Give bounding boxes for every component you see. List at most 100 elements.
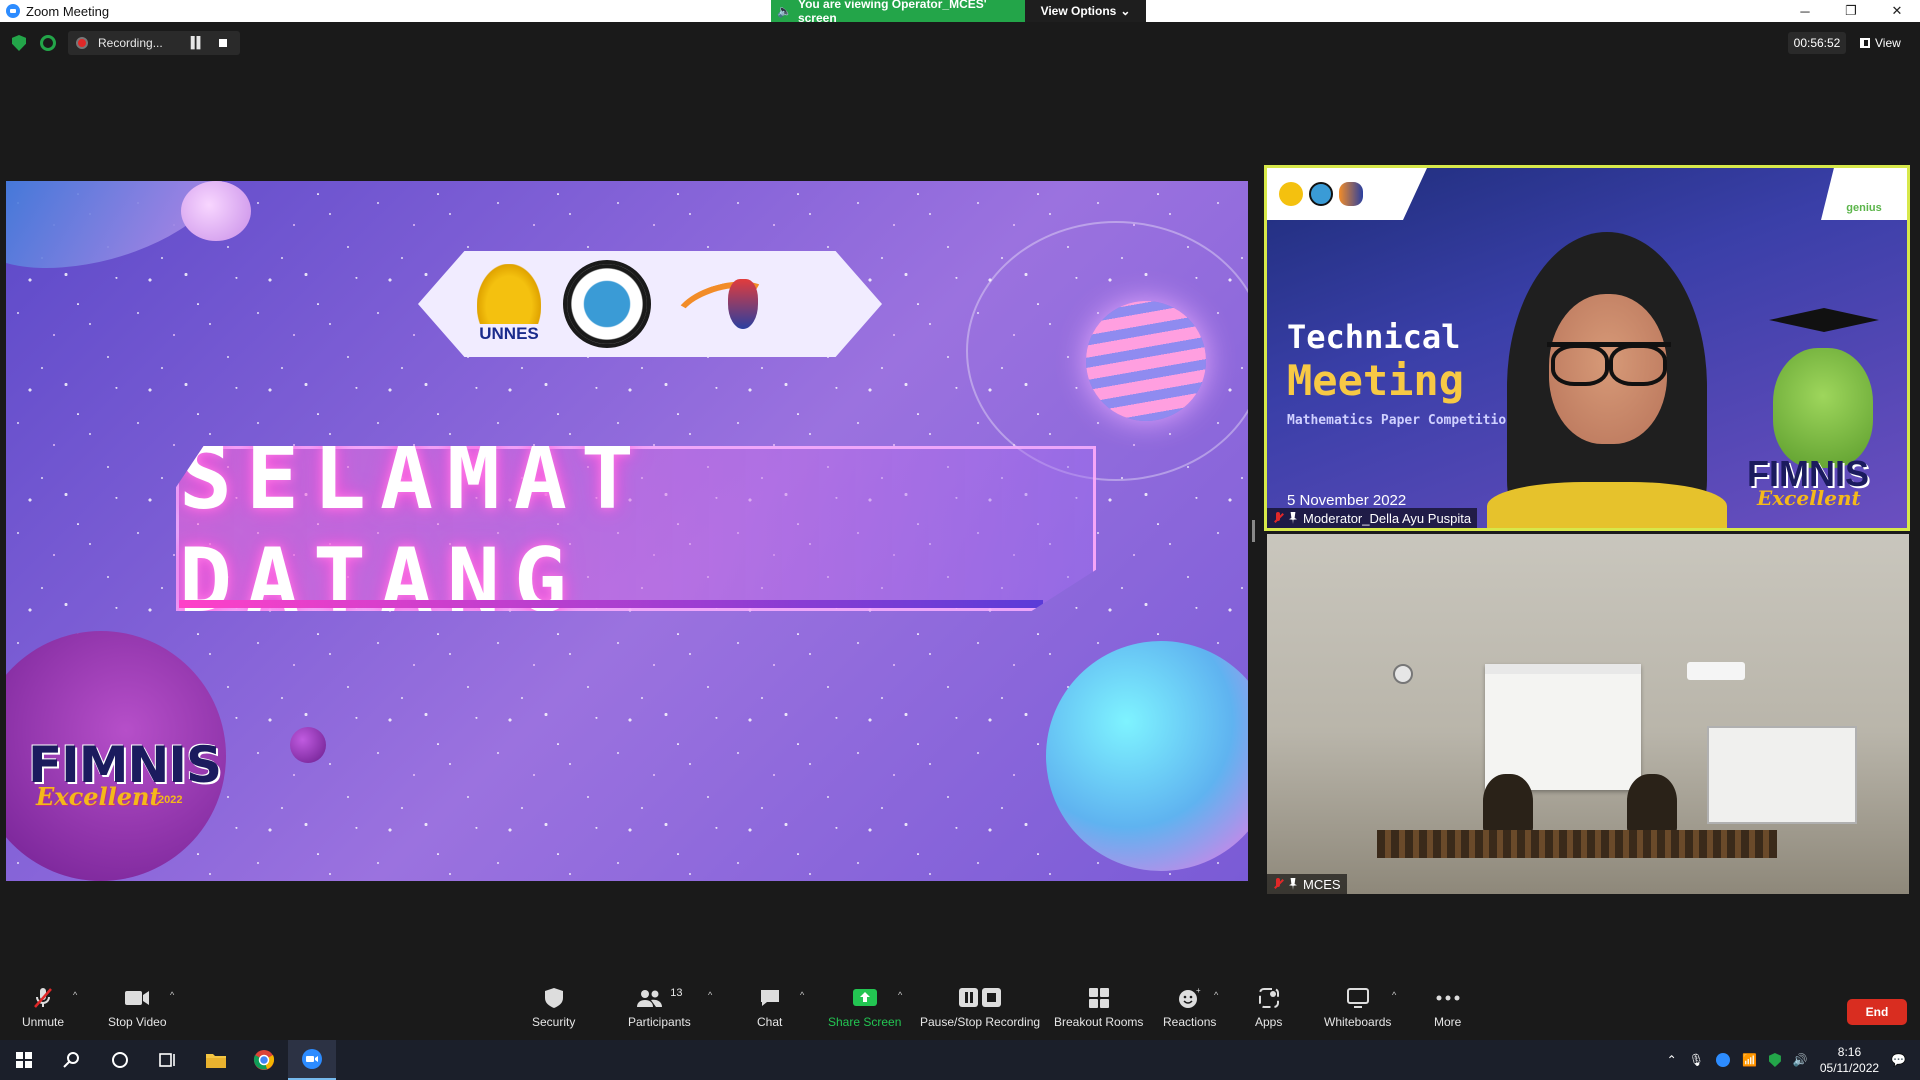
view-layout-icon — [1860, 38, 1870, 48]
projector-screen — [1485, 664, 1641, 790]
participant-video-person — [1487, 212, 1727, 528]
security-shield-icon[interactable] — [12, 35, 26, 51]
volume-icon[interactable]: 🔊 — [1793, 1053, 1808, 1067]
zoom-taskbar-icon[interactable] — [288, 1040, 336, 1080]
pause-recording-icon[interactable]: ▌▌ — [191, 37, 205, 49]
stop-video-button[interactable]: Stop Video — [108, 986, 167, 1029]
wall-clock — [1393, 664, 1413, 684]
share-screen-icon — [852, 986, 878, 1010]
minimize-icon[interactable]: ─ — [1782, 0, 1828, 22]
chevron-down-icon: ⌄ — [1120, 4, 1131, 18]
recording-indicator: Recording... ▌▌ — [68, 31, 240, 55]
record-dot-icon — [76, 37, 88, 49]
zoom-logo-icon — [6, 4, 20, 18]
seated-person-right — [1627, 774, 1677, 834]
welcome-banner: SELAMAT DATANG — [176, 446, 1096, 611]
participants-button[interactable]: 13 Participants — [628, 986, 691, 1029]
pause-stop-recording-button[interactable]: Pause/Stop Recording — [920, 986, 1040, 1029]
seated-person-left — [1483, 774, 1533, 834]
event-swirl-logo-icon — [673, 269, 823, 339]
encryption-icon[interactable] — [40, 35, 56, 51]
microphone-tray-icon[interactable]: 🎙 — [1689, 1053, 1704, 1067]
system-tray: ⌃ 🎙 📶 🔊 8:16 05/11/2022 💬 — [1667, 1040, 1920, 1080]
security-button[interactable]: Security — [532, 986, 575, 1029]
meeting-top-bar: Recording... ▌▌ 00:56:52 View — [0, 22, 1920, 64]
welcome-text: SELAMAT DATANG — [179, 425, 648, 632]
glasses — [1547, 342, 1671, 386]
notification-icon[interactable]: 💬 — [1891, 1053, 1906, 1067]
smiley-plus-icon: + — [1178, 986, 1202, 1010]
participants-icon: 13 — [636, 986, 682, 1010]
planet-top-right — [1086, 301, 1206, 421]
breakout-rooms-icon — [1088, 986, 1110, 1010]
split-resize-handle[interactable] — [1252, 520, 1255, 542]
participant-name-tag: Moderator_Della Ayu Puspita — [1267, 508, 1478, 528]
pause-stop-recording-icon — [958, 986, 1002, 1010]
meeting-timer: 00:56:52 — [1788, 32, 1846, 54]
mic-muted-icon — [1273, 512, 1283, 524]
chat-button[interactable]: Chat — [757, 986, 782, 1029]
file-explorer-icon[interactable] — [192, 1040, 240, 1080]
chat-caret-icon[interactable]: ^ — [800, 990, 804, 1000]
windows-taskbar: ⌃ 🎙 📶 🔊 8:16 05/11/2022 💬 — [0, 1040, 1920, 1080]
tile-logo-strip — [1267, 168, 1427, 220]
view-options-button[interactable]: View Options ⌄ — [1025, 0, 1146, 22]
end-meeting-button[interactable]: End — [1847, 999, 1907, 1025]
wifi-icon[interactable]: 📶 — [1742, 1053, 1757, 1067]
restore-icon[interactable]: ❐ — [1828, 0, 1874, 22]
meeting-toolbar: Unmute ^ Stop Video ^ Security 13 Partic… — [0, 986, 1920, 1040]
audio-options-caret-icon[interactable]: ^ — [73, 990, 77, 1000]
chrome-icon[interactable] — [240, 1040, 288, 1080]
share-screen-caret-icon[interactable]: ^ — [898, 990, 902, 1000]
cortana-icon[interactable] — [96, 1040, 144, 1080]
planet-tiny — [290, 727, 326, 763]
more-dots-icon — [1436, 986, 1460, 1010]
zoom-tray-icon[interactable] — [1715, 1053, 1730, 1067]
participant-count: 13 — [670, 987, 683, 999]
share-screen-button[interactable]: Share Screen — [828, 986, 901, 1029]
apps-button[interactable]: Apps — [1255, 986, 1282, 1029]
more-button[interactable]: More — [1434, 986, 1461, 1029]
reactions-caret-icon[interactable]: ^ — [1214, 990, 1218, 1000]
taskbar-clock[interactable]: 8:16 05/11/2022 — [1820, 1044, 1879, 1076]
planet-small-top — [181, 181, 251, 241]
microphone-muted-icon — [31, 986, 55, 1010]
seal-mini-icon — [1309, 182, 1333, 206]
participants-caret-icon[interactable]: ^ — [708, 990, 712, 1000]
pin-icon — [1289, 878, 1297, 890]
task-view-icon[interactable] — [144, 1040, 192, 1080]
defender-icon[interactable] — [1768, 1053, 1781, 1067]
viewing-screen-notice: 🔈 You are viewing Operator_MCES' screen — [771, 0, 1025, 25]
video-camera-icon — [124, 986, 150, 1010]
shared-screen: UNNES SELAMAT DATANG FIMNIS Excellent 20… — [6, 181, 1248, 881]
participant-tile-mces[interactable]: MCES — [1267, 534, 1909, 894]
chat-bubble-icon — [759, 986, 781, 1010]
participant-tile-moderator[interactable]: genius Technical Meeting Mathematics Pap… — [1264, 165, 1910, 531]
unmute-button[interactable]: Unmute — [22, 986, 64, 1029]
search-icon[interactable] — [48, 1040, 96, 1080]
video-options-caret-icon[interactable]: ^ — [170, 990, 174, 1000]
viewing-banner: 🔈 You are viewing Operator_MCES' screen … — [771, 0, 1146, 25]
fimnis-mascot: FIMNIS Excellent — [1747, 288, 1897, 518]
unnes-mini-icon — [1279, 182, 1303, 206]
chevron-up-icon[interactable]: ⌃ — [1667, 1053, 1677, 1067]
window-controls: ─ ❐ ✕ — [1782, 0, 1920, 22]
speaker-icon: 🔈 — [777, 4, 792, 18]
air-conditioner — [1687, 662, 1745, 680]
close-icon[interactable]: ✕ — [1874, 0, 1920, 22]
whiteboards-button[interactable]: Whiteboards — [1324, 986, 1391, 1029]
unnes-logo: UNNES — [477, 264, 541, 344]
graduation-cap-icon — [1769, 308, 1879, 332]
pin-icon — [1289, 512, 1297, 524]
shield-icon — [544, 986, 564, 1010]
reactions-button[interactable]: + Reactions — [1163, 986, 1216, 1029]
whiteboard-icon — [1346, 986, 1370, 1010]
fimnis-logo: FIMNIS Excellent 2022 — [28, 736, 222, 811]
stop-recording-icon[interactable] — [219, 39, 228, 47]
view-button[interactable]: View — [1860, 32, 1901, 54]
batik-table — [1377, 830, 1777, 858]
window-title: Zoom Meeting — [26, 3, 110, 19]
breakout-rooms-button[interactable]: Breakout Rooms — [1054, 986, 1143, 1029]
whiteboards-caret-icon[interactable]: ^ — [1392, 990, 1396, 1000]
windows-start-icon[interactable] — [0, 1040, 48, 1080]
